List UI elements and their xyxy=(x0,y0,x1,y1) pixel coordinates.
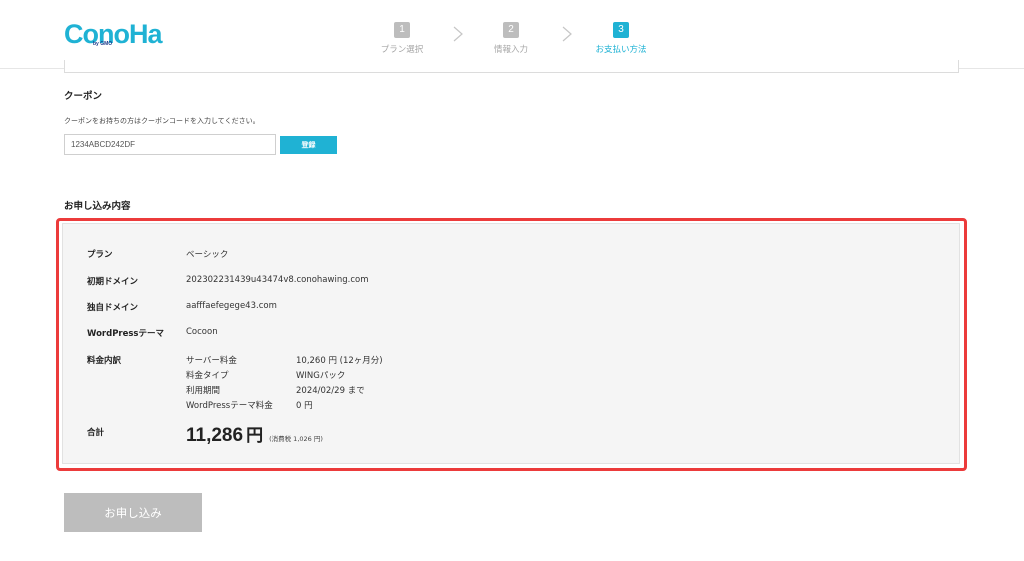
wordpress-theme-label: WordPressテーマ xyxy=(87,329,164,339)
total-currency: 円 xyxy=(246,426,264,446)
custom-domain-value: aafffaefegege43.com xyxy=(186,301,277,311)
step-number: 1 xyxy=(394,22,410,38)
submit-application-button[interactable]: お申し込み xyxy=(64,493,202,532)
header: ConoHa by GMO 1 プラン選択 2 情報入力 3 お支払い方法 xyxy=(0,0,1024,69)
chevron-right-icon xyxy=(453,26,463,42)
server-fee-label: サーバー料金 xyxy=(186,356,237,366)
total-amount-value: 11,286 xyxy=(186,425,244,446)
wordpress-theme-value: Cocoon xyxy=(186,327,218,337)
step-label: 情報入力 xyxy=(493,45,528,55)
initial-domain-value: 202302231439u43474v8.conohawing.com xyxy=(186,275,369,285)
theme-fee-label: WordPressテーマ料金 xyxy=(186,401,273,411)
step-payment-method: 3 お支払い方法 xyxy=(581,17,661,55)
coupon-register-button[interactable]: 登録 xyxy=(280,136,337,154)
total-amount: 11,286 円 (消費税 1,026 円) xyxy=(186,421,323,447)
order-summary-title: お申し込み内容 xyxy=(64,201,131,212)
server-fee-value: 10,260 円 (12ヶ月分) xyxy=(296,356,383,366)
usage-period-value: 2024/02/29 まで xyxy=(296,386,365,396)
custom-domain-label: 独自ドメイン xyxy=(87,303,139,313)
usage-period-label: 利用期間 xyxy=(186,386,221,396)
conoha-logo[interactable]: ConoHa by GMO xyxy=(64,18,162,52)
fee-type-label: 料金タイプ xyxy=(186,371,229,381)
total-tax-note: (消費税 1,026 円) xyxy=(269,435,323,443)
logo-by-gmo: by GMO xyxy=(93,41,113,47)
plan-value: ベーシック xyxy=(186,250,229,260)
logo-text: ConoHa xyxy=(64,19,162,49)
coupon-code-input[interactable] xyxy=(64,134,276,155)
step-number: 3 xyxy=(613,22,629,38)
step-label: お支払い方法 xyxy=(595,45,647,55)
previous-section-box xyxy=(64,60,959,73)
fee-type-value: WINGパック xyxy=(296,371,346,381)
coupon-title: クーポン xyxy=(64,91,103,102)
chevron-right-icon xyxy=(562,26,572,42)
step-number: 2 xyxy=(503,22,519,38)
theme-fee-value: 0 円 xyxy=(296,401,313,411)
step-info-input: 2 情報入力 xyxy=(471,17,551,55)
initial-domain-label: 初期ドメイン xyxy=(87,277,139,287)
coupon-description: クーポンをお持ちの方はクーポンコードを入力してください。 xyxy=(64,117,260,125)
step-label: プラン選択 xyxy=(380,45,424,55)
step-plan-selection: 1 プラン選択 xyxy=(362,17,442,55)
fee-breakdown-label: 料金内訳 xyxy=(87,356,122,366)
plan-label: プラン xyxy=(87,250,113,260)
total-label: 合計 xyxy=(87,428,105,438)
